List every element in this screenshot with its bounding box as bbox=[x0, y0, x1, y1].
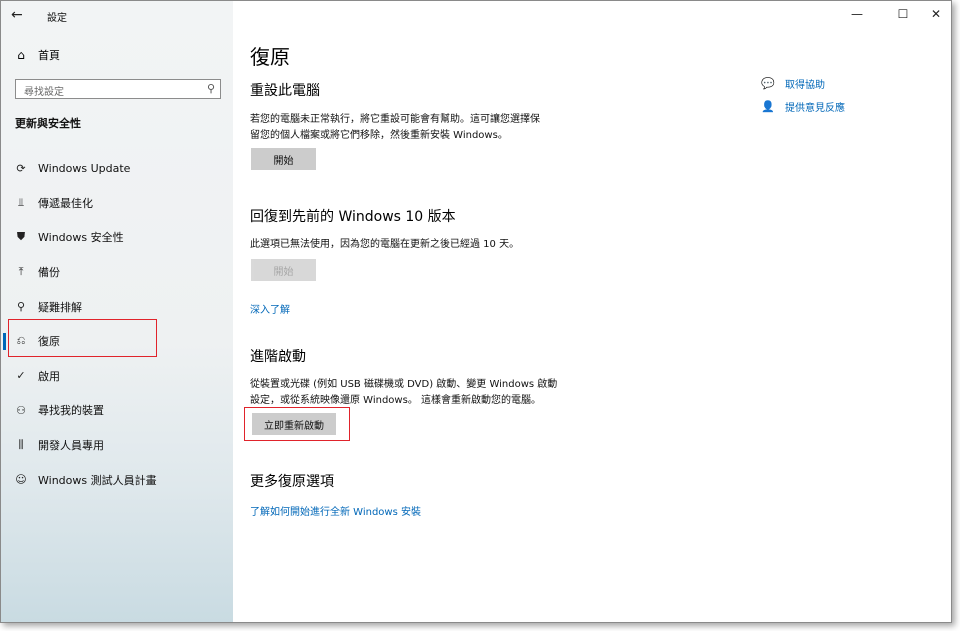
search-input[interactable]: 尋找設定 ⚲ bbox=[15, 79, 221, 99]
advanced-description-line1: 從裝置或光碟 (例如 USB 磁碟機或 DVD) 啟動、變更 Windows 啟… bbox=[250, 379, 558, 390]
find-device-icon: ⚇ bbox=[16, 403, 26, 417]
backup-arrow-icon: ⤒ bbox=[18, 265, 24, 279]
reset-description: 若您的電腦未正常執行，將它重設可能會有幫助。這可讓您選擇保 留您的個人檔案或將它… bbox=[250, 112, 540, 144]
section-title: 更新與安全性 bbox=[15, 117, 81, 130]
sidebar: ← 設定 ⌂ 首頁 尋找設定 ⚲ 更新與安全性 ⟳ Windows Update ⫫… bbox=[1, 1, 233, 622]
activation-check-icon: ✓ bbox=[16, 369, 26, 383]
minimize-button[interactable]: — bbox=[847, 7, 867, 21]
sync-icon: ⟳ bbox=[16, 161, 26, 175]
delivery-optimization-icon: ⫫ bbox=[17, 195, 25, 209]
search-placeholder: 尋找設定 bbox=[24, 87, 64, 98]
sidebar-item[interactable]: ⚇ 尋找我的裝置 bbox=[1, 393, 233, 428]
home-nav-item[interactable]: ⌂ 首頁 bbox=[14, 45, 60, 65]
sidebar-item[interactable]: ⎌ 復原 bbox=[1, 324, 233, 359]
sidebar-item[interactable]: ⫼ 開發人員專用 bbox=[1, 428, 233, 463]
search-icon: ⚲ bbox=[206, 82, 215, 95]
fresh-install-link[interactable]: 了解如何開始進行全新 Windows 安裝 bbox=[250, 503, 421, 518]
maximize-button[interactable]: ☐ bbox=[893, 7, 913, 21]
sidebar-item[interactable]: ⛊ Windows 安全性 bbox=[1, 220, 233, 255]
close-button[interactable]: ✕ bbox=[926, 7, 946, 21]
reset-description-line1: 若您的電腦未正常執行，將它重設可能會有幫助。這可讓您選擇保 bbox=[250, 114, 540, 125]
sidebar-item-label: 備份 bbox=[38, 266, 60, 280]
wrench-icon: ⚲ bbox=[16, 300, 26, 314]
sidebar-item-label: 疑難排解 bbox=[38, 300, 82, 314]
sidebar-item[interactable]: ⟳ Windows Update bbox=[1, 151, 233, 186]
back-button[interactable]: ← bbox=[11, 7, 31, 23]
sidebar-item-label: Windows 安全性 bbox=[38, 231, 124, 245]
page-title: 復原 bbox=[250, 45, 290, 69]
sidebar-item-label: 啟用 bbox=[38, 369, 60, 383]
sidebar-item-label: Windows Update bbox=[38, 161, 131, 175]
more-recovery-heading: 更多復原選項 bbox=[250, 474, 334, 490]
feedback-person-icon: 👤 bbox=[761, 100, 775, 113]
shield-icon: ⛊ bbox=[16, 230, 26, 244]
sidebar-item-label: 尋找我的裝置 bbox=[38, 404, 104, 418]
give-feedback-link[interactable]: 👤 提供意見反應 bbox=[761, 99, 845, 114]
titlebar-right: — ☐ ✕ bbox=[233, 1, 951, 31]
sidebar-item-label: 傳遞最佳化 bbox=[38, 196, 93, 210]
titlebar-left: ← 設定 bbox=[1, 1, 233, 31]
sidebar-item-label: 開發人員專用 bbox=[38, 439, 104, 453]
minimize-icon: — bbox=[851, 7, 863, 21]
restart-now-button[interactable]: 立即重新啟動 bbox=[252, 413, 336, 435]
home-icon: ⌂ bbox=[17, 48, 25, 62]
advanced-startup-description: 從裝置或光碟 (例如 USB 磁碟機或 DVD) 啟動、變更 Windows 啟… bbox=[250, 377, 557, 409]
sidebar-item[interactable]: ✓ 啟用 bbox=[1, 359, 233, 394]
reset-heading: 重設此電腦 bbox=[250, 83, 320, 99]
advanced-startup-heading: 進階啟動 bbox=[250, 349, 306, 365]
sidebar-item[interactable]: ⤒ 備份 bbox=[1, 255, 233, 290]
maximize-icon: ☐ bbox=[897, 7, 909, 21]
learn-more-link[interactable]: 深入了解 bbox=[250, 301, 290, 316]
sidebar-nav: ⟳ Windows Update ⫫ 傳遞最佳化 ⛊ Windows 安全性 ⤒ 備份 ⚲ 疑難排… bbox=[1, 151, 233, 497]
close-icon: ✕ bbox=[930, 7, 942, 21]
sidebar-item-label: Windows 測試人員計畫 bbox=[38, 473, 157, 487]
sidebar-item[interactable]: ⚲ 疑難排解 bbox=[1, 289, 233, 324]
go-back-heading: 回復到先前的 Windows 10 版本 bbox=[250, 209, 456, 225]
app-title: 設定 bbox=[47, 13, 67, 24]
go-back-description: 此選項已無法使用，因為您的電腦在更新之後已經過 10 天。 bbox=[250, 239, 520, 250]
insider-icon: ☺ bbox=[15, 473, 27, 487]
recovery-icon: ⎌ bbox=[16, 334, 26, 348]
reset-description-line2: 留您的個人檔案或將它們移除，然後重新安裝 Windows。 bbox=[250, 130, 508, 141]
go-back-start-button[interactable]: 開始 bbox=[251, 259, 316, 281]
sidebar-item[interactable]: ☺ Windows 測試人員計畫 bbox=[1, 462, 233, 497]
reset-start-button[interactable]: 開始 bbox=[251, 148, 316, 170]
get-help-link[interactable]: 💬 取得協助 bbox=[761, 76, 825, 91]
feedback-label: 提供意見反應 bbox=[785, 103, 845, 114]
sidebar-item[interactable]: ⫫ 傳遞最佳化 bbox=[1, 186, 233, 221]
sidebar-item-label: 復原 bbox=[38, 335, 60, 349]
settings-window: ← 設定 ⌂ 首頁 尋找設定 ⚲ 更新與安全性 ⟳ Windows Update ⫫… bbox=[0, 0, 952, 623]
home-label: 首頁 bbox=[38, 49, 60, 62]
chat-help-icon: 💬 bbox=[761, 77, 775, 90]
arrow-left-icon: ← bbox=[11, 7, 23, 23]
advanced-description-line2: 設定，或從系統映像還原 Windows。 這樣會重新啟動您的電腦。 bbox=[250, 395, 541, 406]
developer-icon: ⫼ bbox=[18, 438, 24, 452]
get-help-label: 取得協助 bbox=[785, 80, 825, 91]
